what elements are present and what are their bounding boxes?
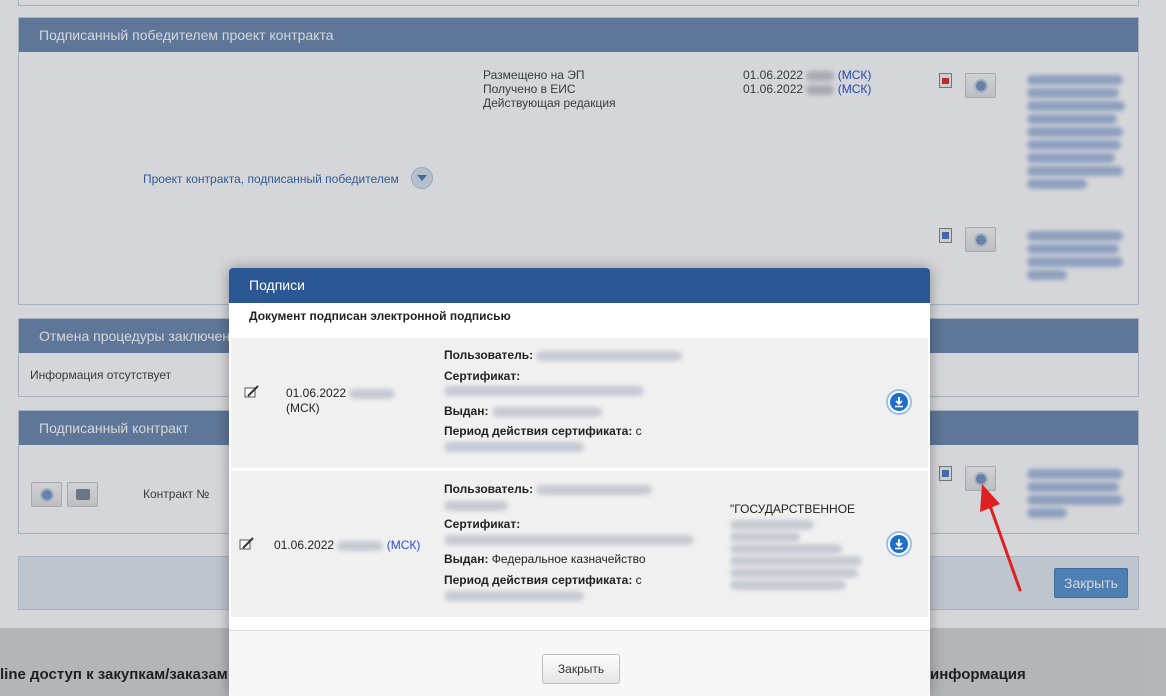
certificate-value (444, 383, 644, 397)
signature-tz: (МСК) (286, 401, 320, 415)
period-value (444, 439, 584, 453)
signature-row-1: 01.06.2022 (МСК) Пользователь: Сертифика… (231, 338, 928, 468)
organization-name: "ГОСУДАРСТВЕННОЕ (730, 502, 856, 516)
period-row: Период действия сертификата: с (444, 573, 642, 587)
download-signature-button-1[interactable] (886, 389, 912, 415)
modal-close-button[interactable]: Закрыть (542, 654, 620, 684)
download-icon (895, 397, 903, 408)
download-icon (895, 539, 903, 550)
organization-blurred (730, 518, 870, 592)
issued-row: Выдан: (444, 404, 602, 418)
modal-footer: Закрыть (229, 630, 930, 696)
issued-row: Выдан: Федеральное казначейство (444, 552, 646, 566)
signature-pen-icon (239, 537, 254, 550)
red-arrow-annotation (980, 484, 1022, 592)
signature-pen-icon (244, 385, 259, 398)
modal-title: Подписи (229, 268, 930, 303)
certificate-value (444, 532, 694, 546)
user-row: Пользователь: (444, 348, 683, 362)
signature-date: 01.06.2022 (МСК) (274, 538, 421, 552)
user-row: Пользователь: (444, 482, 653, 496)
certificate-label: Сертификат: (444, 369, 521, 383)
period-value (444, 588, 584, 602)
signature-row-2: 01.06.2022 (МСК) Пользователь: Сертифика… (231, 471, 928, 617)
modal-subtitle: Документ подписан электронной подписью (249, 309, 511, 323)
signature-date: 01.06.2022 (286, 386, 396, 400)
signatures-modal: Подписи Документ подписан электронной по… (229, 268, 930, 696)
period-row: Период действия сертификата: с (444, 424, 642, 438)
certificate-label: Сертификат: (444, 517, 521, 531)
user-value-line2 (444, 498, 508, 512)
download-signature-button-2[interactable] (886, 531, 912, 557)
